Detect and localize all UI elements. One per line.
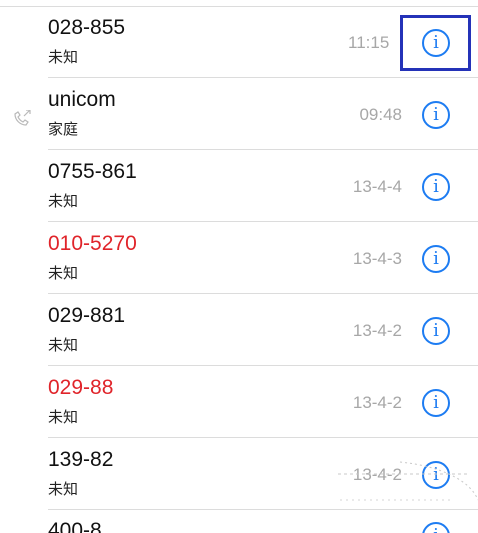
call-time: 13-4-4 [352,177,402,196]
info-icon[interactable]: i [422,389,450,417]
call-row-partial[interactable]: 400-8 i [0,510,478,533]
call-time: 13-4-2 [352,393,402,412]
call-row[interactable]: 139-82 未知 13-4-2 i [0,438,478,510]
caller-name: 029-881 [48,304,126,327]
selection-highlight [400,15,471,71]
caller-label: 未知 [48,336,79,354]
caller-label: 未知 [48,264,79,282]
caller-name: 029-88 [48,376,114,399]
caller-label: 未知 [48,48,79,66]
caller-label: 未知 [48,408,79,426]
info-icon[interactable]: i [422,245,450,273]
info-icon[interactable]: i [422,461,450,489]
recents-list: 028-855 未知 11:15 i unicom 家庭 09:48 i 075… [0,6,478,510]
caller-name: 400-8 [48,519,102,533]
call-time: 13-4-2 [352,321,402,340]
call-row[interactable]: 010-5270 未知 13-4-3 i [0,222,478,294]
call-row[interactable]: 029-881 未知 13-4-2 i [0,294,478,366]
outgoing-call-icon [14,110,31,126]
call-time: 13-4-3 [352,249,402,268]
call-time: 09:48 [359,105,402,124]
caller-label: 家庭 [48,120,79,138]
caller-name: 139-82 [48,448,114,471]
info-icon[interactable]: i [422,101,450,129]
caller-name: unicom [48,88,116,111]
call-row[interactable]: 0755-861 未知 13-4-4 i [0,150,478,222]
call-row[interactable]: unicom 家庭 09:48 i [0,78,478,150]
caller-name: 010-5270 [48,232,137,255]
caller-label: 未知 [48,480,79,498]
call-row[interactable]: 029-88 未知 13-4-2 i [0,366,478,438]
caller-name: 028-855 [48,16,126,39]
call-time: 13-4-2 [352,465,402,484]
info-icon[interactable]: i [422,317,450,345]
info-icon[interactable]: i [422,173,450,201]
caller-name: 0755-861 [48,160,137,183]
info-icon[interactable]: i [422,522,450,533]
call-time: 11:15 [348,33,390,52]
caller-label: 未知 [48,192,79,210]
